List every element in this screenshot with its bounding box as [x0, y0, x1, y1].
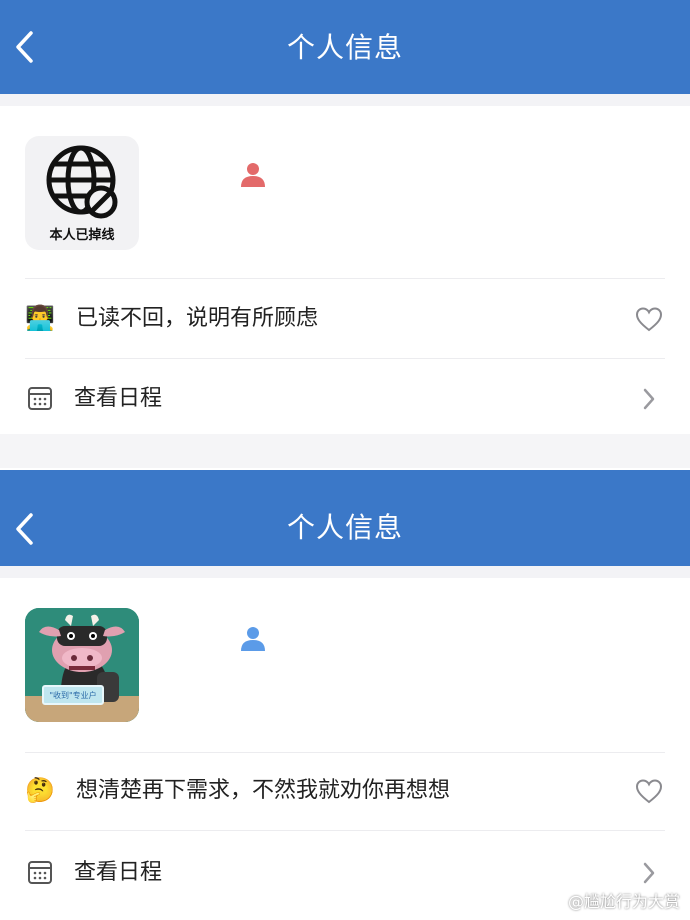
watermark-text: @尴尬行为大赏 — [567, 892, 680, 911]
weibo-logo-icon — [544, 893, 563, 908]
divider — [25, 358, 665, 359]
status-text: 已读不回，说明有所顾虑 — [76, 306, 319, 331]
avatar[interactable]: 本人已掉线 — [25, 136, 139, 250]
cow-avatar-icon — [25, 608, 139, 722]
status-row: 👨‍💻 已读不回，说明有所顾虑 — [0, 280, 690, 358]
technologist-emoji-icon: 👨‍💻 — [25, 304, 55, 332]
like-button[interactable] — [632, 774, 666, 808]
chevron-right-icon — [632, 382, 666, 416]
status-row: 🤔 想清楚再下需求，不然我就劝你再想想 — [0, 752, 690, 830]
page-title: 个人信息 — [286, 31, 403, 64]
heart-icon — [635, 307, 663, 332]
watermark: @尴尬行为大赏 — [544, 888, 680, 912]
nav-bar: 个人信息 — [0, 470, 690, 566]
heart-icon — [635, 779, 663, 804]
profile-screen-1: 个人信息 本人已掉线 👨‍💻 已读不回，说明有所顾虑 查看日程 — [0, 0, 690, 434]
avatar[interactable]: "收到"专业户 — [25, 608, 139, 722]
chevron-right-icon — [632, 856, 666, 890]
page-title: 个人信息 — [286, 511, 403, 544]
calendar-icon — [24, 382, 56, 414]
calendar-icon — [24, 856, 56, 888]
schedule-row[interactable]: 查看日程 — [0, 360, 690, 438]
divider — [25, 830, 665, 831]
person-icon — [241, 627, 265, 651]
schedule-label: 查看日程 — [74, 386, 163, 411]
profile-screen-2: 个人信息 "收到"专业户 🤔 想清楚再下需求，不然我就劝你再想想 查看日程 — [0, 470, 690, 920]
header-separator — [0, 94, 690, 106]
screenshot-gap — [0, 434, 690, 468]
avatar-sign-text: "收到"专业户 — [49, 691, 97, 700]
like-button[interactable] — [632, 302, 666, 336]
nav-bar: 个人信息 — [0, 0, 690, 94]
person-icon — [241, 163, 265, 187]
thinking-face-emoji-icon: 🤔 — [25, 776, 55, 804]
avatar-caption: 本人已掉线 — [49, 228, 115, 243]
header-separator — [0, 566, 690, 578]
divider — [25, 278, 665, 279]
schedule-label: 查看日程 — [74, 860, 163, 885]
status-text: 想清楚再下需求，不然我就劝你再想想 — [76, 778, 451, 803]
